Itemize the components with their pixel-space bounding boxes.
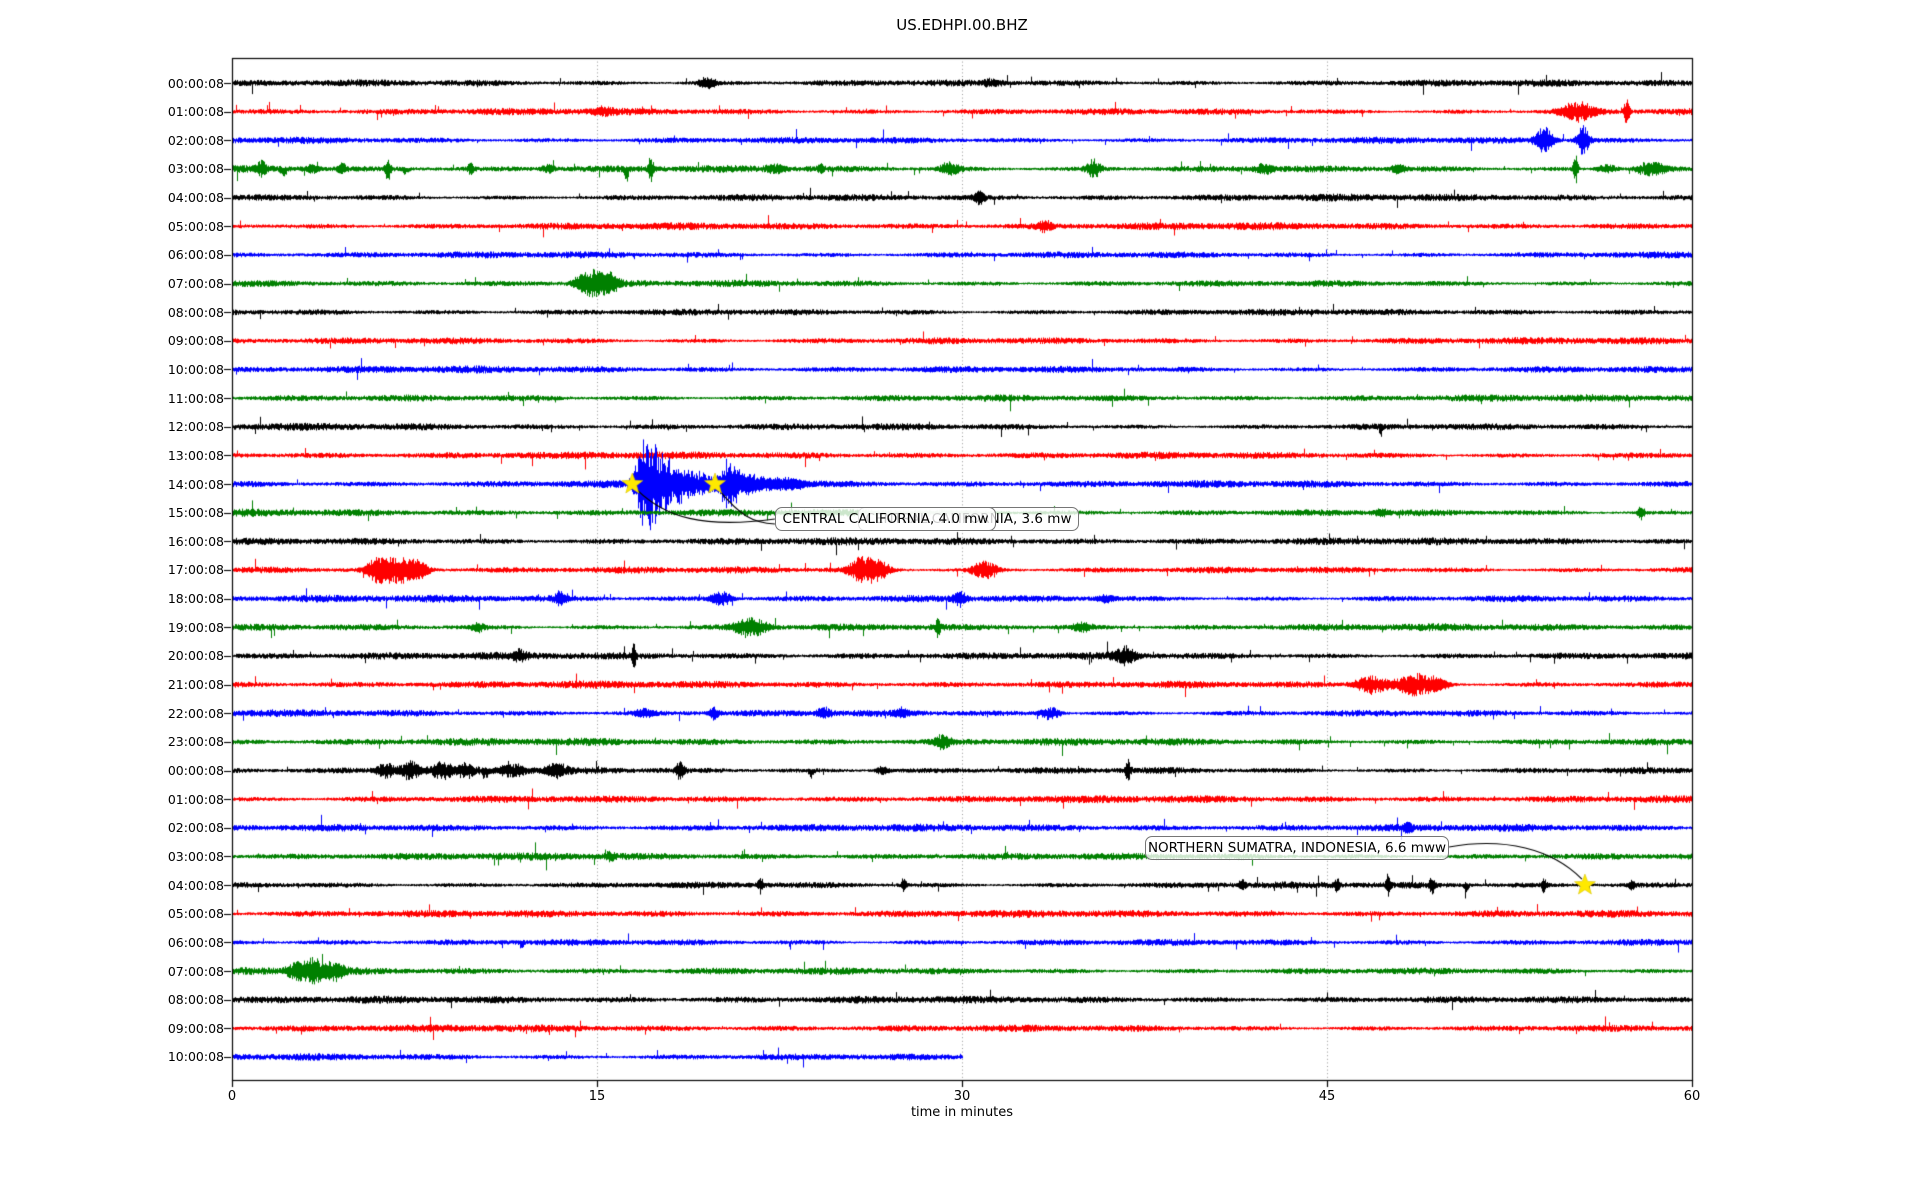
seismogram-trace-canvas [0,0,1920,1200]
y-tick-label: 05:00:08 [167,218,224,234]
x-tick-label: 15 [588,1089,606,1104]
annotation-box-northern-sumatra: NORTHERN SUMATRA, INDONESIA, 6.6 mww [1145,836,1449,860]
annotation-box-central-california-4-0: CENTRAL CALIFORNIA, 4.0 mw [775,507,996,531]
y-tick-label: 15:00:08 [167,505,224,521]
y-tick-label: 07:00:08 [167,276,224,292]
y-tick-label: 16:00:08 [167,533,224,549]
y-tick-label: 09:00:08 [167,333,224,349]
y-tick-label: 01:00:08 [167,104,224,120]
y-tick-label: 11:00:08 [167,390,224,406]
y-tick-label: 13:00:08 [167,447,224,463]
y-tick-label: 20:00:08 [167,648,224,664]
y-tick-label: 07:00:08 [167,963,224,979]
y-tick-label: 12:00:08 [167,419,224,435]
x-tick-label: 0 [227,1089,237,1104]
y-tick-label: 02:00:08 [167,132,224,148]
y-tick-label: 17:00:08 [167,562,224,578]
y-tick-label: 10:00:08 [167,361,224,377]
y-tick-label: 00:00:08 [167,75,224,91]
seismogram-figure: US.EDHPI.00.BHZ 00:00:08 01:00:08 02:00:08… [0,0,1920,1200]
x-tick-label: 30 [953,1089,971,1104]
y-tick-label: 19:00:08 [167,619,224,635]
y-tick-label: 08:00:08 [167,304,224,320]
y-tick-label: 10:00:08 [167,1049,224,1065]
y-tick-label: 23:00:08 [167,734,224,750]
y-tick-label: 03:00:08 [167,161,224,177]
y-tick-label: 22:00:08 [167,705,224,721]
y-tick-label: 01:00:08 [167,791,224,807]
y-tick-label: 18:00:08 [167,591,224,607]
y-tick-label: 05:00:08 [167,906,224,922]
y-tick-label: 03:00:08 [167,848,224,864]
y-tick-label: 02:00:08 [167,820,224,836]
y-tick-label: 14:00:08 [167,476,224,492]
x-tick-label: 45 [1318,1089,1336,1104]
y-tick-label: 09:00:08 [167,1020,224,1036]
y-tick-label: 04:00:08 [167,877,224,893]
x-axis-title: time in minutes [910,1105,1014,1120]
y-tick-label: 00:00:08 [167,763,224,779]
y-tick-label: 21:00:08 [167,677,224,693]
y-tick-label: 08:00:08 [167,992,224,1008]
plot-title: US.EDHPI.00.BHZ [896,16,1028,34]
x-tick-label: 60 [1683,1089,1701,1104]
y-tick-label: 06:00:08 [167,934,224,950]
y-tick-label: 06:00:08 [167,247,224,263]
y-tick-label: 04:00:08 [167,190,224,206]
